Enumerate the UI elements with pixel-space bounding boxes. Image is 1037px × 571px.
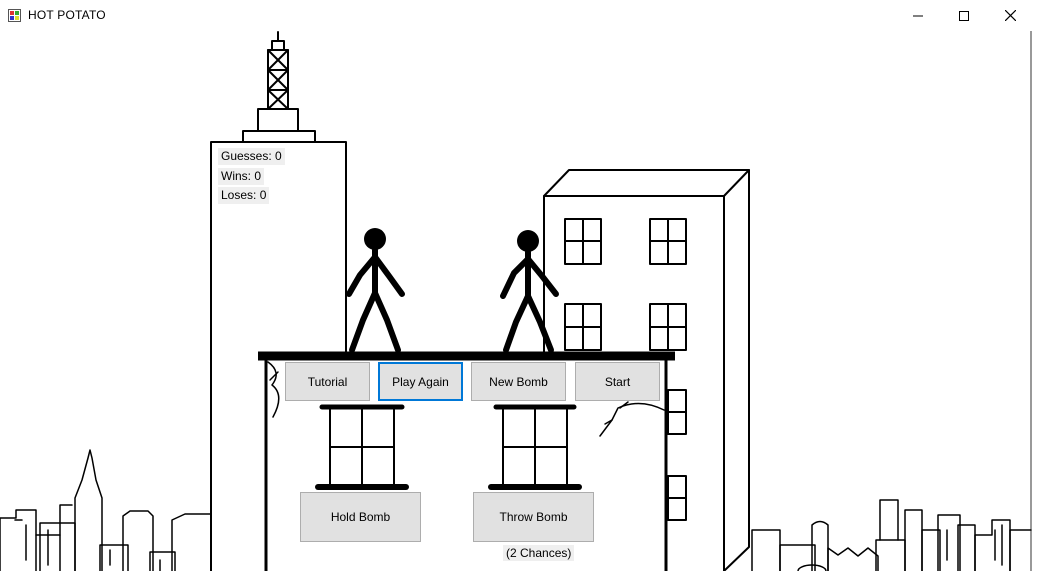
wins-label: Wins: 0: [218, 168, 265, 185]
guesses-label: Guesses: 0: [218, 148, 285, 165]
loses-label: Loses: 0: [218, 187, 270, 204]
close-icon: [1004, 10, 1016, 21]
skyline-left: [0, 449, 211, 571]
title-bar: HOT POTATO: [0, 0, 1037, 31]
play-again-button[interactable]: Play Again: [378, 362, 463, 401]
app-icon: [8, 9, 21, 22]
maximize-button[interactable]: [941, 0, 987, 31]
tower-building: [210, 31, 347, 571]
chances-label: (2 Chances): [503, 545, 575, 561]
building-window-right: [488, 404, 582, 490]
window-title: HOT POTATO: [28, 8, 106, 22]
tutorial-button[interactable]: Tutorial: [285, 362, 370, 401]
hold-bomb-button[interactable]: Hold Bomb: [300, 492, 421, 542]
maximize-icon: [959, 10, 969, 21]
game-scene: [0, 31, 1032, 571]
building-window-left: [315, 404, 409, 490]
close-button[interactable]: [987, 0, 1033, 31]
player-stick-figure: [346, 228, 405, 353]
minimize-button[interactable]: [895, 0, 941, 31]
opponent-stick-figure: [500, 230, 559, 353]
throw-bomb-button[interactable]: Throw Bomb: [473, 492, 594, 542]
skyline-right: [751, 499, 1032, 571]
start-button[interactable]: Start: [575, 362, 660, 401]
minimize-icon: [913, 15, 923, 16]
new-bomb-button[interactable]: New Bomb: [471, 362, 566, 401]
